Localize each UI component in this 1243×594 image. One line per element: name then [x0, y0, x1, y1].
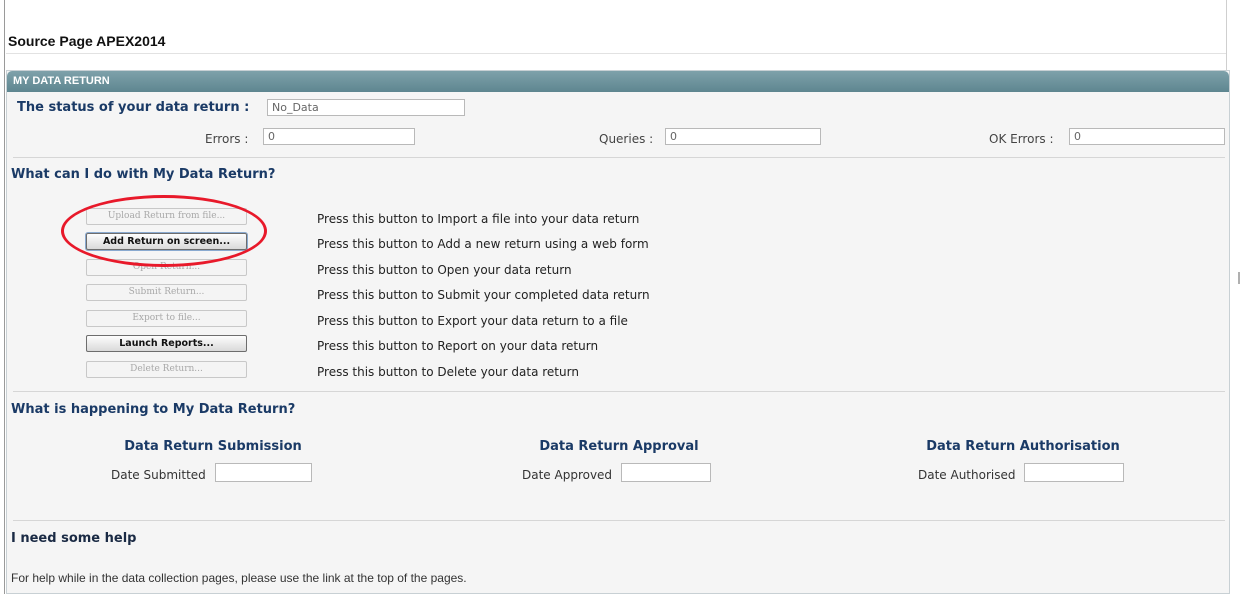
- date-submitted-label: Date Submitted: [111, 468, 206, 482]
- date-submitted-field[interactable]: [215, 463, 312, 482]
- submission-title: Data Return Submission: [124, 439, 302, 454]
- date-authorised-label: Date Authorised: [918, 468, 1016, 482]
- section-divider: [13, 391, 1225, 392]
- happening-heading: What is happening to My Data Return?: [11, 402, 296, 417]
- help-heading: I need some help: [11, 531, 137, 546]
- help-text: For help while in the data collection pa…: [11, 571, 467, 585]
- delete-return-button[interactable]: Delete Return...: [86, 361, 247, 378]
- date-approved-label: Date Approved: [522, 468, 613, 482]
- errors-field: 0: [263, 128, 415, 145]
- section-divider: [13, 157, 1225, 158]
- delete-return-description: Press this button to Delete your data re…: [317, 365, 579, 379]
- queries-label: Queries :: [599, 132, 654, 146]
- section-divider: [13, 520, 1225, 521]
- my-data-return-panel: MY DATA RETURN The status of your data r…: [6, 70, 1230, 594]
- approval-title: Data Return Approval: [539, 439, 699, 454]
- scrollbar-tick[interactable]: [1238, 272, 1240, 284]
- status-label: The status of your data return :: [17, 100, 250, 115]
- date-authorised-field[interactable]: [1024, 463, 1124, 482]
- export-return-button[interactable]: Export to file...: [86, 310, 247, 327]
- title-divider: [6, 53, 1226, 54]
- actions-heading: What can I do with My Data Return?: [11, 167, 276, 182]
- ok-errors-field: 0: [1069, 128, 1225, 145]
- queries-field: 0: [665, 128, 821, 145]
- left-window-edge: [4, 0, 5, 594]
- panel-header: MY DATA RETURN: [7, 71, 1229, 92]
- upload-return-description: Press this button to Import a file into …: [317, 212, 640, 226]
- submit-return-button[interactable]: Submit Return...: [86, 284, 247, 301]
- ok-errors-label: OK Errors :: [989, 132, 1054, 146]
- launch-reports-button[interactable]: Launch Reports...: [86, 335, 247, 352]
- launch-reports-description: Press this button to Report on your data…: [317, 339, 599, 353]
- add-return-description: Press this button to Add a new return us…: [317, 237, 649, 251]
- status-field: No_Data: [267, 99, 465, 116]
- errors-label: Errors :: [205, 132, 249, 146]
- page-title: Source Page APEX2014: [8, 33, 166, 49]
- submit-return-description: Press this button to Submit your complet…: [317, 288, 650, 302]
- date-approved-field[interactable]: [621, 463, 711, 482]
- open-return-description: Press this button to Open your data retu…: [317, 263, 572, 277]
- authorisation-title: Data Return Authorisation: [926, 439, 1120, 454]
- annotation-circle: [61, 195, 267, 267]
- export-return-description: Press this button to Export your data re…: [317, 314, 628, 328]
